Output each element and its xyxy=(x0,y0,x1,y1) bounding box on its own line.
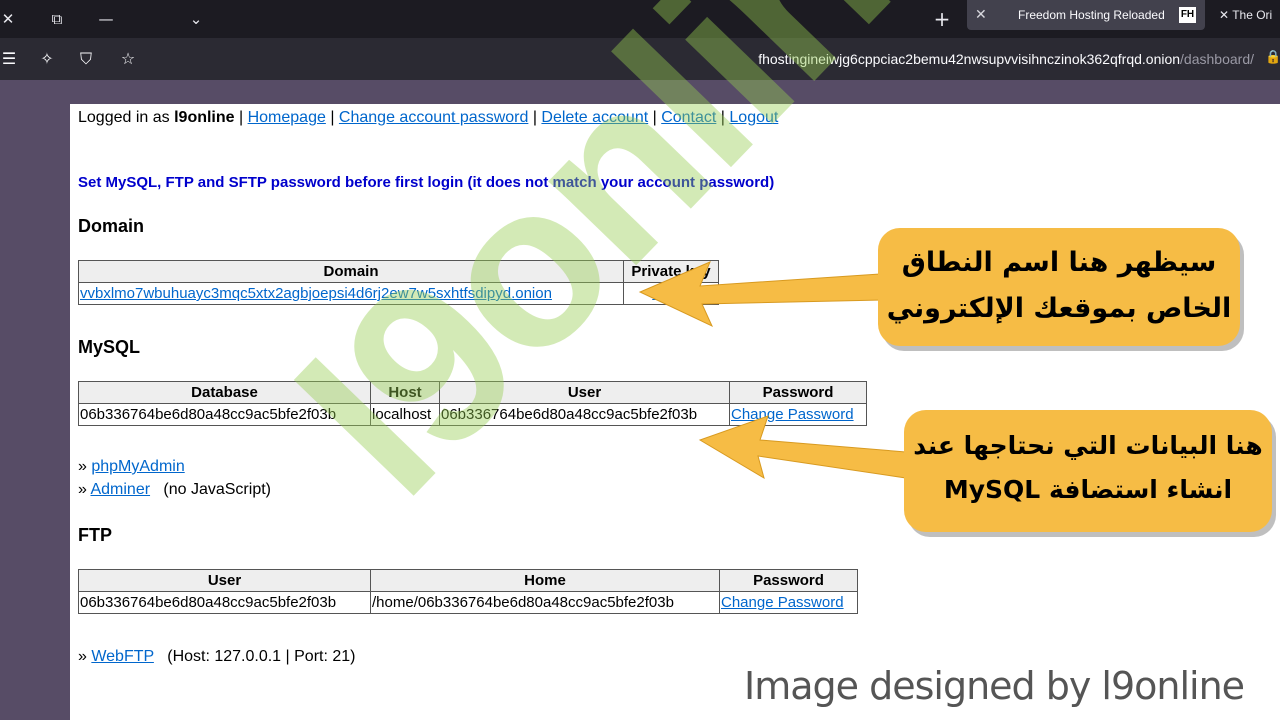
column-header: Domain xyxy=(78,260,624,283)
callout-domain: سيظهر هنا اسم النطاق الخاص بموقعك الإلكت… xyxy=(878,228,1240,346)
tab-next[interactable]: ✕ The Ori xyxy=(1219,0,1272,30)
adminer-line: » Adminer (no JavaScript) xyxy=(78,481,271,498)
database-cell: 06b336764be6d80a48cc9ac5bfe2f03b xyxy=(78,403,371,426)
bookmark-star-icon[interactable]: ☆ xyxy=(115,46,141,72)
close-window-icon[interactable]: ✕ xyxy=(0,5,22,33)
user-cell: 06b336764be6d80a48cc9ac5bfe2f03b xyxy=(439,403,730,426)
url-bar[interactable]: fhostingineiwjg6cppciac2bemu42nwsupvvisi… xyxy=(758,51,1254,67)
host-cell: localhost xyxy=(370,403,440,426)
ftp-change-password-link[interactable]: Change Password xyxy=(721,594,844,611)
mysql-change-password-link[interactable]: Change Password xyxy=(731,406,854,423)
callout-domain-line2: الخاص بموقعك الإلكتروني xyxy=(886,293,1232,324)
password-notice: Set MySQL, FTP and SFTP password before … xyxy=(78,174,775,191)
tab-title: The Ori xyxy=(1232,8,1273,22)
contact-link[interactable]: Contact xyxy=(661,109,716,126)
column-header: User xyxy=(439,381,730,404)
restore-window-icon[interactable]: ⧉ xyxy=(43,5,71,33)
logout-link[interactable]: Logout xyxy=(729,109,778,126)
column-header: Host xyxy=(370,381,440,404)
tab-title: Freedom Hosting Reloaded xyxy=(1018,8,1165,22)
ftp-table: User Home Password 06b336764be6d80a48cc9… xyxy=(78,569,858,614)
adminer-link[interactable]: Adminer xyxy=(90,481,150,498)
domain-link[interactable]: vvbxlmo7wbuhuayc3mqc5xtx2agbjoepsi4d6rj2… xyxy=(80,285,552,302)
ftp-user-cell: 06b336764be6d80a48cc9ac5bfe2f03b xyxy=(78,591,371,614)
ftp-heading: FTP xyxy=(78,525,112,545)
callout-mysql: هنا البيانات التي نحتاجها عند انشاء استض… xyxy=(904,410,1272,532)
page-background-top xyxy=(70,80,1280,104)
shield-icon[interactable]: ⛉ xyxy=(73,46,99,72)
change-account-password-link[interactable]: Change account password xyxy=(339,109,528,126)
adminer-note: (no JavaScript) xyxy=(163,481,271,498)
webftp-link[interactable]: WebFTP xyxy=(91,648,154,665)
phpmyadmin-link[interactable]: phpMyAdmin xyxy=(91,458,184,475)
close-tab-icon[interactable]: ✕ xyxy=(975,0,987,30)
favicon-icon: FH xyxy=(1179,7,1196,23)
username: l9online xyxy=(174,109,235,126)
ftp-home-cell: /home/06b336764be6d80a48cc9ac5bfe2f03b xyxy=(370,591,720,614)
mysql-heading: MySQL xyxy=(78,337,141,357)
callout-mysql-line1: هنا البيانات التي نحتاجها عند xyxy=(913,431,1263,460)
tab-list-chevron-icon[interactable]: ⌄ xyxy=(182,5,210,33)
url-path: /dashboard/ xyxy=(1180,51,1254,67)
column-header: Password xyxy=(729,381,867,404)
callout-domain-line1: سيظهر هنا اسم النطاق xyxy=(901,247,1217,278)
account-links: Logged in as l9online | Homepage | Chang… xyxy=(78,109,779,126)
homepage-link[interactable]: Homepage xyxy=(248,109,326,126)
domain-heading: Domain xyxy=(78,216,145,236)
logged-in-label: Logged in as xyxy=(78,109,170,126)
column-header: Password xyxy=(719,569,858,592)
browser-tab-strip: ✕ ⧉ — ⌄ + ✕ Freedom Hosting Reloaded FH … xyxy=(0,0,1280,38)
table-row: 06b336764be6d80a48cc9ac5bfe2f03b localho… xyxy=(78,403,867,426)
show-private-key-link[interactable]: Show xyxy=(652,285,690,302)
table-row: 06b336764be6d80a48cc9ac5bfe2f03b /home/0… xyxy=(78,591,858,614)
webftp-host-info: (Host: 127.0.0.1 | Port: 21) xyxy=(167,648,356,665)
column-header: Private key xyxy=(623,260,719,283)
image-credit: Image designed by l9online xyxy=(744,664,1245,708)
domain-table: Domain Private key vvbxlmo7wbuhuayc3mqc5… xyxy=(78,260,719,305)
close-tab-icon[interactable]: ✕ xyxy=(1219,8,1229,22)
delete-account-link[interactable]: Delete account xyxy=(541,109,648,126)
webftp-line: » WebFTP (Host: 127.0.0.1 | Port: 21) xyxy=(78,648,356,665)
column-header: User xyxy=(78,569,371,592)
table-row: vvbxlmo7wbuhuayc3mqc5xtx2agbjoepsi4d6rj2… xyxy=(78,282,719,305)
mysql-table: Database Host User Password 06b336764be6… xyxy=(78,381,867,426)
lock-icon[interactable]: 🔒 xyxy=(1265,50,1280,68)
magic-wand-icon[interactable]: ✧ xyxy=(34,46,60,72)
new-tab-icon[interactable]: + xyxy=(928,5,956,33)
url-host: fhostingineiwjg6cppciac2bemu42nwsupvvisi… xyxy=(758,51,1181,67)
page-background xyxy=(0,80,70,720)
callout-mysql-line2: انشاء استضافة MySQL xyxy=(943,475,1233,504)
phpmyadmin-line: » phpMyAdmin xyxy=(78,458,185,475)
column-header: Home xyxy=(370,569,720,592)
minimize-window-icon[interactable]: — xyxy=(92,5,120,33)
navigation-bar: ☰ ✧ ⛉ ☆ fhostingineiwjg6cppciac2bemu42nw… xyxy=(0,38,1280,80)
column-header: Database xyxy=(78,381,371,404)
menu-icon[interactable]: ☰ xyxy=(0,46,22,72)
tab-active[interactable]: ✕ Freedom Hosting Reloaded FH xyxy=(967,0,1205,30)
